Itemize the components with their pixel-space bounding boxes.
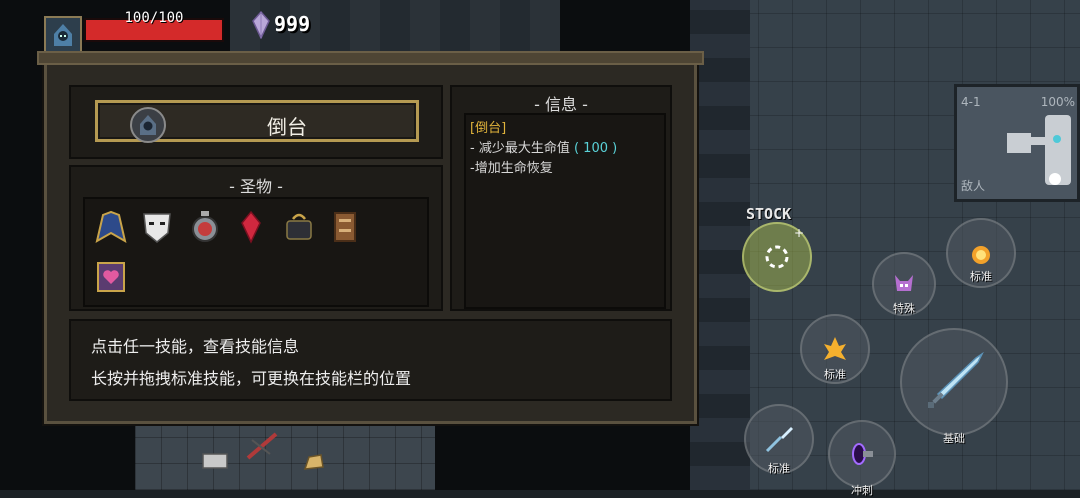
info-content: [倒台] - 减少最大生命值 ( 100 ) -增加生命恢复 xyxy=(464,113,666,309)
relics-title: - 圣物 - xyxy=(229,177,283,196)
info-item-name-text: [倒台] xyxy=(470,121,507,136)
dark-bag-icon[interactable] xyxy=(279,207,319,247)
white-mask-icon[interactable] xyxy=(137,207,177,247)
character-box: 倒台 xyxy=(69,85,443,159)
relic-grid xyxy=(83,197,429,307)
minimap-enemy-label: 敌人 xyxy=(961,179,986,193)
character-name: 倒台 xyxy=(267,115,307,139)
minimap-rooms-icon xyxy=(1007,115,1071,185)
info-line-2: -增加生命恢复 xyxy=(470,161,553,176)
hooded-player-icon xyxy=(54,24,72,46)
relic-box: - 圣物 - xyxy=(69,165,443,311)
skill-label-basic: 基础 xyxy=(943,432,965,445)
stock-skill-button[interactable]: + xyxy=(742,222,812,292)
character-select-button[interactable]: 倒台 xyxy=(95,100,419,143)
character-info-panel: 倒台 - 圣物 - - 信息 - [倒台] - 减少最大生命值 (100) … xyxy=(37,51,704,424)
skill-label-standard-2: 标准 xyxy=(824,368,846,381)
info-item-name: [倒台] xyxy=(470,119,660,139)
standard-skill-button-2[interactable]: 标准 xyxy=(800,314,870,384)
flame-burst-icon xyxy=(824,337,846,360)
info-line-1-value: ( 100 ) xyxy=(573,141,618,156)
standard-skill-button-1[interactable]: 标准 xyxy=(946,218,1016,288)
skill-label-dash: 冲刺 xyxy=(851,484,873,497)
stock-ring-icon xyxy=(765,245,789,269)
tips-box: 点击任一技能，查看技能信息 长按并拖拽标准技能，可更换在技能栏的位置 xyxy=(69,319,672,401)
skill-label-standard-1: 标准 xyxy=(970,270,992,283)
plus-icon: + xyxy=(793,226,804,240)
standard-skill-button-3[interactable]: 标准 xyxy=(744,404,814,475)
stopwatch-icon[interactable] xyxy=(185,207,225,247)
info-title: - 信息 - xyxy=(534,95,588,114)
blue-cloak-icon[interactable] xyxy=(91,207,131,247)
tip-line-1: 点击任一技能，查看技能信息 xyxy=(91,337,300,356)
info-line-1: - 减少最大生命值 ( 100 ) xyxy=(470,139,660,159)
dash-portal-icon xyxy=(852,443,873,465)
special-skill-button[interactable]: 特殊 xyxy=(872,252,936,316)
heart-book-icon[interactable] xyxy=(91,257,131,297)
red-crystal-icon[interactable] xyxy=(231,207,271,247)
stock-label: STOCK xyxy=(746,205,792,223)
scroll-item-icon[interactable] xyxy=(198,446,232,476)
crossbow-item-icon[interactable] xyxy=(242,428,282,464)
dash-skill-button[interactable]: 冲刺 xyxy=(828,420,896,497)
basic-attack-button[interactable]: 基础 xyxy=(900,328,1008,445)
gem-count: 999 xyxy=(274,12,311,36)
demon-head-icon xyxy=(895,275,913,291)
hp-text: 100/100 xyxy=(124,10,184,26)
dungeon-wall xyxy=(690,0,750,490)
skill-label-special: 特殊 xyxy=(893,302,915,315)
ice-sword-icon xyxy=(928,352,984,408)
ice-spear-icon xyxy=(765,427,793,453)
minimap[interactable]: 4-1 100% 敌人 xyxy=(954,84,1080,202)
minimap-level: 4-1 xyxy=(961,95,981,109)
info-box: - 信息 - [倒台] - 减少最大生命值 ( 100 ) -增加生命恢复 xyxy=(450,85,672,311)
tip-line-2: 长按并拖拽标准技能，可更换在技能栏的位置 xyxy=(91,369,412,388)
skill-label-standard-3: 标准 xyxy=(768,462,790,475)
gem-icon xyxy=(252,11,270,39)
wooden-box-icon[interactable] xyxy=(325,207,365,247)
fireball-icon xyxy=(972,246,990,264)
info-line-1-text: - 减少最大生命值 xyxy=(470,141,570,156)
player-portrait xyxy=(44,16,82,54)
stone-floor-bottom xyxy=(135,420,435,490)
glove-item-icon[interactable] xyxy=(298,448,330,478)
